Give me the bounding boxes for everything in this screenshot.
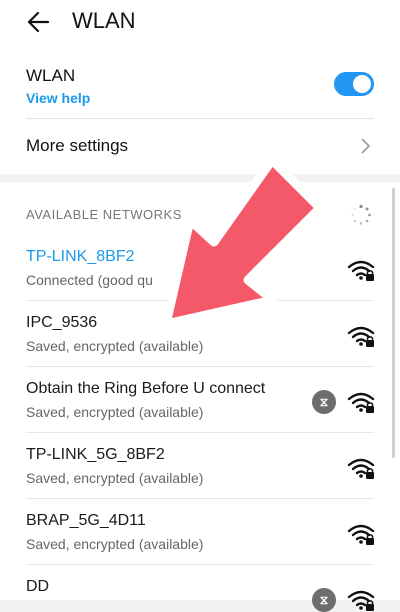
wifi-signal-locked-icon[interactable] bbox=[346, 588, 376, 612]
wifi-signal-locked-icon[interactable] bbox=[346, 390, 376, 414]
row-divider bbox=[26, 300, 374, 301]
loading-spinner-icon bbox=[351, 204, 371, 225]
hotspot-icon: ⧖ bbox=[312, 588, 336, 612]
wlan-settings-screen: WLAN WLAN View help More settings AVAILA… bbox=[0, 0, 400, 612]
hotspot-glyph: ⧖ bbox=[319, 593, 329, 607]
view-help-link[interactable]: View help bbox=[26, 90, 90, 106]
network-status: Saved, encrypted (available) bbox=[26, 338, 204, 354]
wlan-toggle-switch[interactable] bbox=[334, 72, 374, 96]
row-divider bbox=[26, 366, 374, 367]
network-status: Saved, encrypted (available) bbox=[26, 404, 204, 420]
more-settings-item[interactable]: More settings bbox=[26, 136, 128, 156]
network-status: Saved, encrypted (available) bbox=[26, 536, 204, 552]
toggle-knob bbox=[353, 75, 371, 93]
network-name[interactable]: Obtain the Ring Before U connect bbox=[26, 380, 265, 398]
row-divider bbox=[26, 564, 374, 565]
row-divider bbox=[26, 432, 374, 433]
hotspot-glyph: ⧖ bbox=[319, 395, 329, 409]
network-name[interactable]: BRAP_5G_4D11 bbox=[26, 512, 146, 530]
network-name[interactable]: TP-LINK_8BF2 bbox=[26, 248, 134, 266]
wifi-signal-locked-icon[interactable] bbox=[346, 456, 376, 480]
page-title: WLAN bbox=[72, 8, 136, 33]
scrollbar[interactable] bbox=[392, 188, 395, 458]
network-status: Connected (good qu bbox=[26, 272, 153, 288]
network-status: Saved, encrypted (available) bbox=[26, 470, 204, 486]
top-app-bar: WLAN bbox=[0, 0, 400, 44]
wifi-signal-locked-icon[interactable] bbox=[346, 324, 376, 348]
network-name[interactable]: TP-LINK_5G_8BF2 bbox=[26, 446, 165, 464]
back-arrow-icon[interactable] bbox=[26, 9, 52, 35]
wifi-signal-locked-icon[interactable] bbox=[346, 258, 376, 282]
wlan-toggle-label: WLAN bbox=[26, 66, 76, 85]
available-networks-heading: AVAILABLE NETWORKS bbox=[26, 207, 182, 222]
wifi-signal-locked-icon[interactable] bbox=[346, 522, 376, 546]
row-divider bbox=[26, 498, 374, 499]
network-name[interactable]: IPC_9536 bbox=[26, 314, 97, 332]
network-name[interactable]: DD bbox=[26, 578, 49, 596]
divider bbox=[26, 118, 374, 119]
hotspot-icon: ⧖ bbox=[312, 390, 336, 414]
chevron-right-icon bbox=[361, 138, 371, 154]
